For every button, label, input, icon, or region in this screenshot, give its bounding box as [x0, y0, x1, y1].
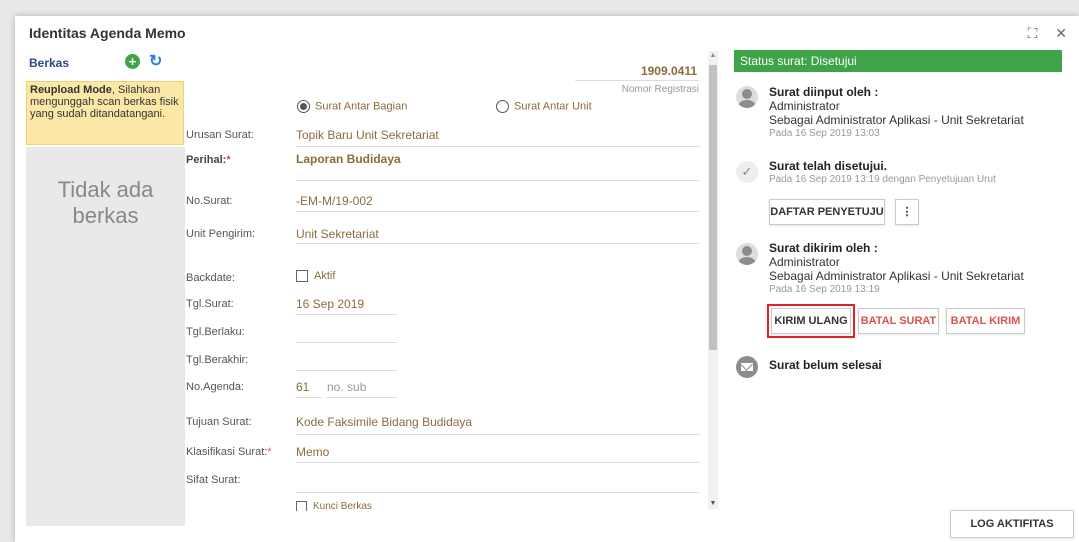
reupload-notice: Reupload Mode, Silahkan mengunggah scan … — [26, 81, 184, 145]
no-surat-label: No.Surat: — [186, 195, 233, 207]
check-icon: ✓ — [736, 161, 758, 183]
batal-kirim-button[interactable]: BATAL KIRIM — [946, 308, 1025, 334]
checkbox-label: Aktif — [314, 270, 336, 282]
file-preview-area: Tidak ada berkas — [26, 147, 185, 526]
required-mark: * — [226, 154, 231, 166]
divider — [296, 492, 700, 493]
divider — [296, 243, 700, 244]
daftar-penyetuju-button[interactable]: DAFTAR PENYETUJU — [769, 199, 885, 225]
tujuan-label: Tujuan Surat: — [186, 416, 252, 428]
timeline-role: Sebagai Administrator Aplikasi - Unit Se… — [769, 113, 1024, 127]
mail-icon — [736, 356, 758, 378]
checkbox-label: Kunci Berkas — [313, 501, 372, 511]
no-surat-field[interactable]: -EM-M/19-002 — [296, 194, 373, 208]
radio-label: Surat Antar Unit — [514, 100, 592, 113]
timeline-title: Surat belum selesai — [769, 358, 882, 372]
page-background: Identitas Agenda Memo ⛶ ✕ Berkas + ↻ Reu… — [0, 0, 1079, 542]
timeline-role: Sebagai Administrator Aplikasi - Unit Se… — [769, 269, 1024, 283]
backdate-checkbox[interactable]: Aktif — [296, 270, 336, 283]
klasifikasi-label: Klasifikasi Surat:* — [186, 446, 272, 458]
tgl-surat-label: Tgl.Surat: — [186, 298, 234, 310]
berkas-header: Berkas + ↻ — [29, 51, 179, 74]
unit-pengirim-label: Unit Pengirim: — [186, 228, 256, 240]
scroll-thumb[interactable] — [709, 65, 717, 350]
no-file-text: Tidak ada berkas — [57, 177, 154, 228]
divider — [575, 80, 699, 81]
unit-pengirim-field[interactable]: Unit Sekretariat — [296, 227, 379, 241]
radio-antar-bagian[interactable]: Surat Antar Bagian — [297, 100, 407, 113]
no-agenda-field[interactable]: 61 — [296, 380, 309, 394]
timeline-user: Administrator — [769, 99, 840, 113]
radio-unselected-icon — [496, 100, 509, 113]
batal-surat-button[interactable]: BATAL SURAT — [858, 308, 939, 334]
registration-number: 1909.0411 — [640, 64, 697, 78]
divider — [296, 314, 397, 315]
divider — [296, 342, 397, 343]
kirim-ulang-button[interactable]: KIRIM ULANG — [767, 304, 855, 338]
refresh-icon[interactable]: ↻ — [149, 51, 162, 71]
close-icon[interactable]: ✕ — [1055, 25, 1067, 41]
expand-icon[interactable]: ⛶ — [1028, 25, 1038, 41]
registration-label: Nomor Registrasi — [621, 84, 699, 95]
klasifikasi-field[interactable]: Memo — [296, 445, 329, 459]
divider — [296, 146, 700, 147]
person-icon — [736, 243, 758, 265]
divider — [327, 397, 397, 398]
timeline-date: Pada 16 Sep 2019 13:19 — [769, 284, 880, 295]
reupload-mode-label: Reupload Mode — [30, 84, 112, 96]
tgl-berakhir-label: Tgl.Berakhir: — [186, 354, 249, 366]
more-options-icon[interactable]: ⋮ — [895, 199, 919, 225]
timeline-title: Surat dikirim oleh : — [769, 241, 878, 255]
log-aktifitas-button[interactable]: LOG AKTIFITAS SURAT — [950, 510, 1074, 538]
divider — [296, 462, 700, 463]
scroll-up-icon[interactable]: ▲ — [708, 51, 718, 61]
no-sub-field[interactable]: no. sub — [327, 380, 366, 394]
no-agenda-label: No.Agenda: — [186, 381, 245, 393]
radio-selected-icon — [297, 100, 310, 113]
perihal-label: Perihal:* — [186, 154, 231, 166]
add-file-icon[interactable]: + — [125, 54, 140, 69]
dialog-title: Identitas Agenda Memo — [29, 25, 186, 41]
perihal-field[interactable]: Laporan Budidaya — [296, 152, 401, 166]
timeline-user: Administrator — [769, 255, 840, 269]
form-scrollbar[interactable]: ▲ ▼ — [708, 51, 718, 509]
timeline-title: Surat telah disetujui. — [769, 159, 888, 173]
radio-label: Surat Antar Bagian — [315, 100, 408, 113]
scroll-down-icon[interactable]: ▼ — [708, 499, 718, 509]
agenda-memo-dialog: Identitas Agenda Memo ⛶ ✕ Berkas + ↻ Reu… — [15, 16, 1079, 542]
tujuan-field[interactable]: Kode Faksimile Bidang Budidaya — [296, 415, 472, 429]
tgl-berlaku-label: Tgl.Berlaku: — [186, 326, 245, 338]
timeline-date: Pada 16 Sep 2019 13:19 dengan Penyetujua… — [769, 174, 996, 185]
kunci-berkas-checkbox[interactable]: Kunci Berkas — [296, 501, 372, 511]
checkbox-icon — [296, 270, 308, 283]
divider — [296, 180, 700, 181]
berkas-label: Berkas — [29, 56, 70, 70]
timeline-title: Surat diinput oleh : — [769, 85, 879, 99]
sifat-label: Sifat Surat: — [186, 474, 241, 486]
divider — [296, 211, 700, 212]
window-controls: ⛶ ✕ — [1014, 25, 1067, 42]
klasifikasi-label-text: Klasifikasi Surat: — [186, 446, 268, 458]
urusan-field[interactable]: Topik Baru Unit Sekretariat — [296, 128, 439, 142]
urusan-label: Urusan Surat: — [186, 129, 254, 141]
timeline-date: Pada 16 Sep 2019 13:03 — [769, 128, 880, 139]
divider — [296, 397, 322, 398]
radio-antar-unit[interactable]: Surat Antar Unit — [496, 100, 592, 113]
divider — [296, 370, 397, 371]
perihal-label-text: Perihal: — [186, 154, 227, 166]
divider — [296, 434, 700, 435]
tgl-surat-field[interactable]: 16 Sep 2019 — [296, 297, 364, 311]
backdate-label: Backdate: — [186, 272, 235, 284]
person-icon — [736, 86, 758, 108]
checkbox-icon — [296, 501, 307, 511]
status-bar: Status surat: Disetujui — [734, 50, 1062, 72]
required-mark: * — [267, 446, 272, 458]
